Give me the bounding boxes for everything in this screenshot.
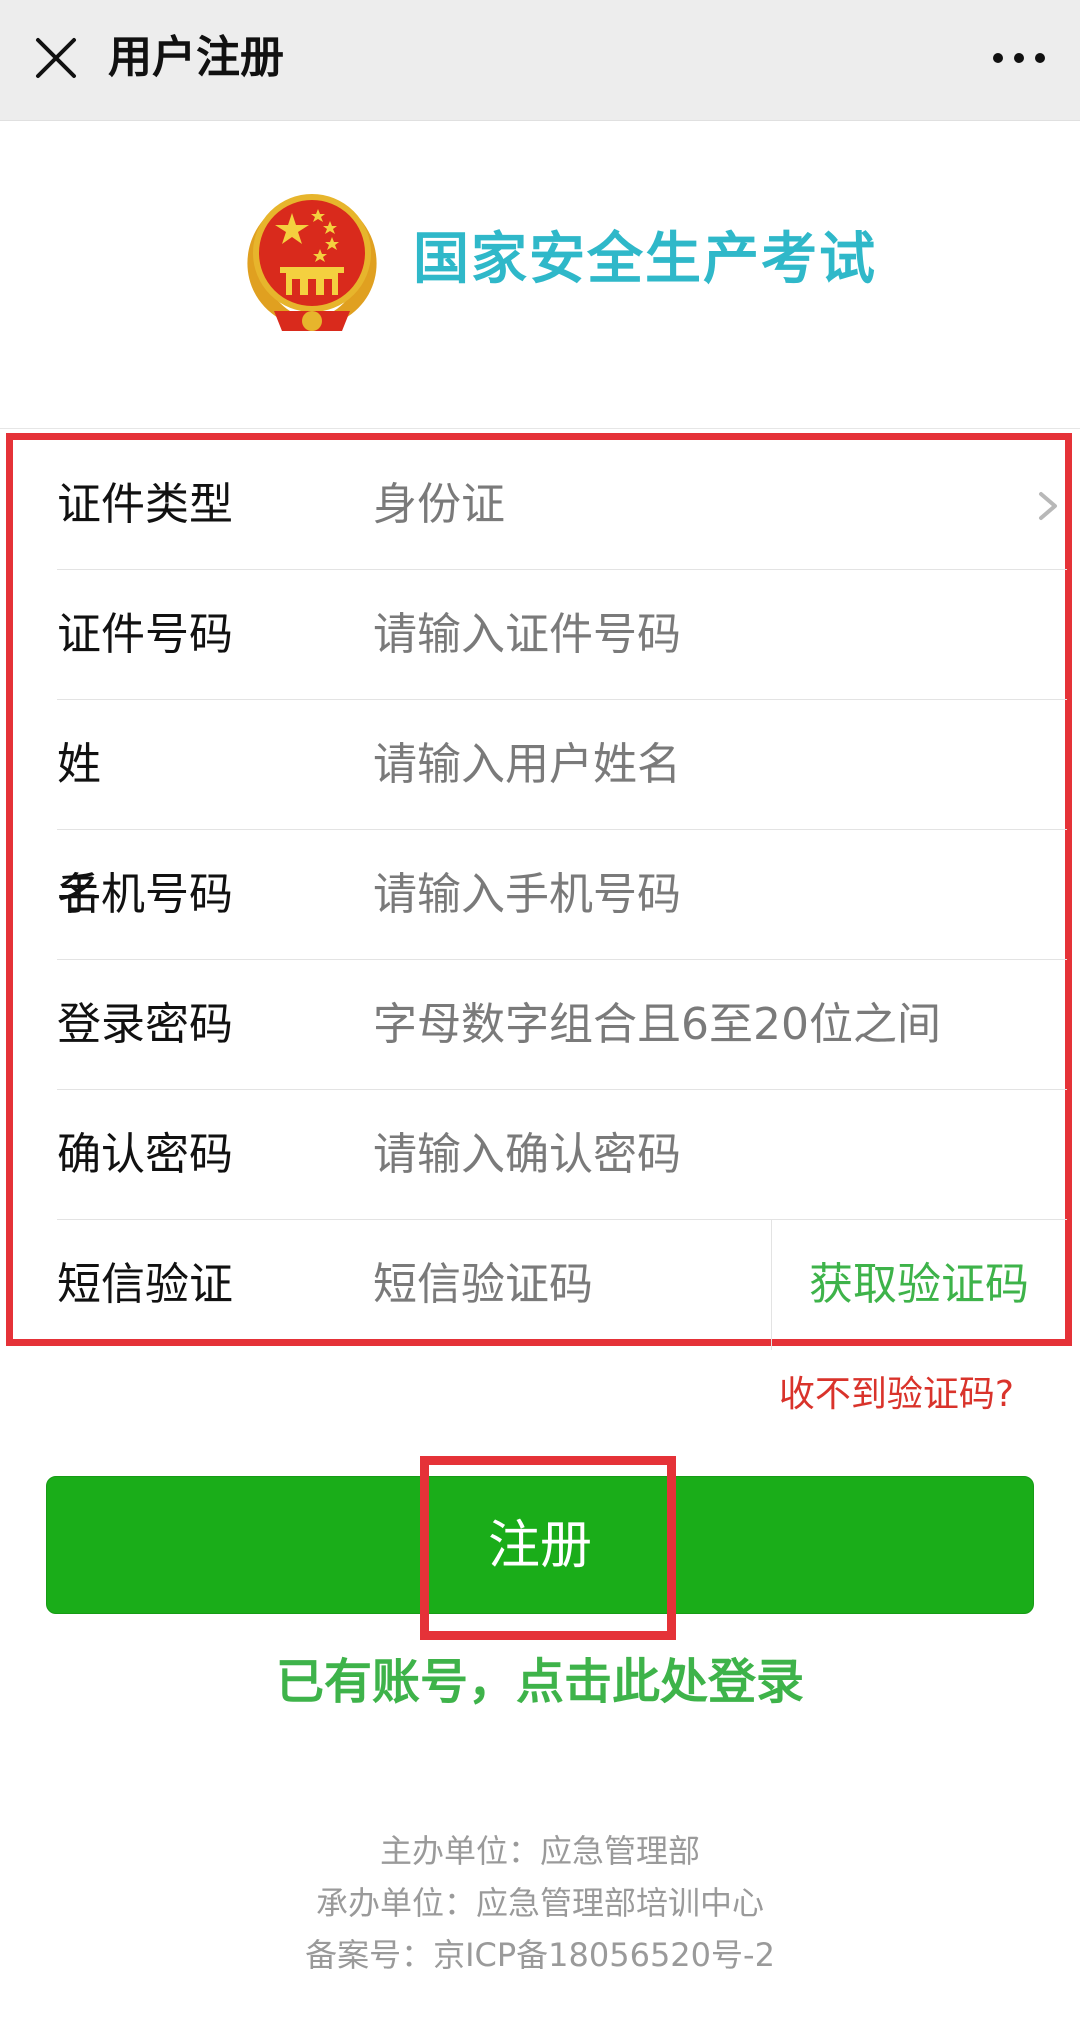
login-link[interactable]: 已有账号，点击此处登录 — [0, 1650, 1080, 1714]
close-icon[interactable] — [26, 28, 86, 88]
password-input[interactable] — [373, 960, 1053, 1090]
sms-code-input[interactable] — [373, 1220, 753, 1350]
footer-sponsor: 主办单位：应急管理部 — [379, 1832, 700, 1870]
footer-icp: 备案号：京ICP备18056520号-2 — [305, 1936, 775, 1974]
password-label: 登录密码 — [57, 999, 233, 1050]
name-input[interactable] — [373, 700, 1053, 830]
id-type-row[interactable]: 证件类型 身份证 — [57, 440, 1067, 570]
top-nav-bar: 用户注册 — [0, 0, 1080, 121]
footer-organizer: 承办单位：应急管理部培训中心 — [315, 1884, 764, 1922]
confirm-password-row: 确认密码 — [57, 1090, 1067, 1220]
phone-label: 手机号码 — [57, 869, 233, 920]
name-row: 姓名 — [57, 700, 1067, 920]
vertical-divider — [771, 1220, 772, 1350]
sms-row: 短信验证 获取验证码 — [57, 1220, 1067, 1350]
confirm-password-label: 确认密码 — [57, 1129, 233, 1180]
page-title: 用户注册 — [108, 32, 284, 83]
brand-header: 国家安全生产考试 — [0, 175, 1080, 335]
phone-row: 手机号码 — [57, 830, 1067, 960]
chevron-right-icon — [1035, 490, 1061, 522]
id-number-input[interactable] — [373, 570, 1053, 700]
sms-label: 短信验证 — [57, 1259, 233, 1310]
id-type-select[interactable]: 身份证 — [373, 440, 505, 570]
highlight-box — [420, 1456, 676, 1640]
no-code-link[interactable]: 收不到验证码? — [779, 1370, 1014, 1420]
brand-title: 国家安全生产考试 — [413, 227, 877, 292]
national-emblem-icon — [234, 179, 390, 339]
get-code-button[interactable]: 获取验证码 — [809, 1220, 1029, 1350]
registration-form: 证件类型 身份证 证件号码 姓名 手机号码 登录密码 确认密码 短信验证 — [6, 433, 1072, 1350]
footer: 主办单位：应急管理部 承办单位：应急管理部培训中心 备案号：京ICP备18056… — [0, 1825, 1080, 1981]
id-number-row: 证件号码 — [57, 570, 1067, 700]
confirm-password-input[interactable] — [373, 1090, 1053, 1220]
id-type-label: 证件类型 — [57, 479, 233, 530]
phone-input[interactable] — [373, 830, 1053, 960]
id-number-label: 证件号码 — [57, 609, 233, 660]
password-row: 登录密码 — [57, 960, 1067, 1090]
name-label: 姓名 — [57, 739, 183, 920]
divider — [0, 428, 1080, 429]
more-options-icon[interactable] — [984, 28, 1054, 88]
